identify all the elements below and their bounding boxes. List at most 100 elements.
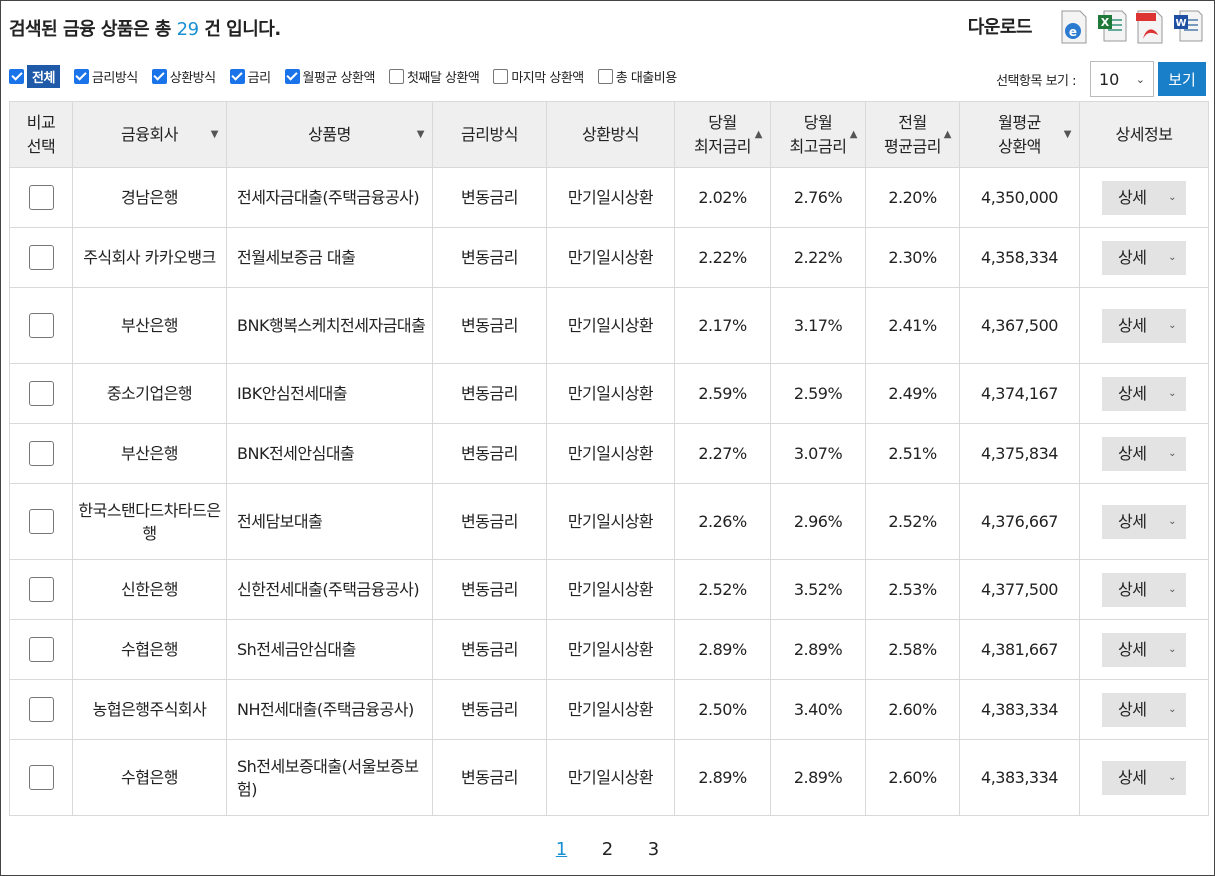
detail-cell: 상세 ⌄	[1079, 739, 1209, 816]
sort-up-icon[interactable]: ▲	[944, 123, 952, 147]
min-rate-cell: 2.59%	[674, 363, 771, 424]
rate-type-cell: 변동금리	[432, 227, 547, 288]
checkbox[interactable]	[493, 68, 509, 84]
detail-cell: 상세 ⌄	[1079, 423, 1209, 484]
detail-cell: 상세 ⌄	[1079, 559, 1209, 620]
filter-first-month[interactable]: 첫째달 상환액	[388, 67, 480, 86]
table-row: 부산은행 BNK행복스케치전세자금대출 변동금리 만기일시상환 2.17% 3.17% 2.…	[9, 287, 1209, 364]
sort-up-icon[interactable]: ▲	[755, 123, 763, 147]
detail-button[interactable]: 상세 ⌄	[1102, 760, 1186, 795]
page-link-3[interactable]: 3	[646, 839, 662, 860]
monthly-cell: 4,376,667	[959, 483, 1080, 560]
repay-type-cell: 만기일시상환	[546, 167, 675, 228]
min-rate-cell: 2.52%	[674, 559, 771, 620]
pdf-icon[interactable]	[1134, 9, 1166, 45]
col-company[interactable]: 금융회사 ▼	[72, 101, 227, 168]
filter-repay-type[interactable]: 상환방식	[151, 67, 216, 86]
table-row: 한국스탠다드차타드은행 전세담보대출 변동금리 만기일시상환 2.26% 2.96% 2.5…	[9, 483, 1209, 560]
filter-rate-type[interactable]: 금리방식	[73, 67, 138, 86]
view-label: 선택항목 보기 :	[996, 73, 1076, 89]
compare-checkbox[interactable]	[28, 245, 54, 270]
detail-label: 상세	[1118, 316, 1147, 335]
monthly-cell: 4,383,334	[959, 739, 1080, 816]
rate-type-cell: 변동금리	[432, 559, 547, 620]
col-label: 금리방식	[461, 124, 518, 144]
filter-monthly-avg[interactable]: 월평균 상환액	[284, 67, 376, 86]
filter-last-payment[interactable]: 마지막 상환액	[493, 67, 584, 86]
result-prefix: 검색된 금융 상품은 총	[9, 19, 171, 40]
product-cell: NH전세대출(주택금융공사)	[226, 679, 433, 740]
compare-checkbox[interactable]	[28, 577, 54, 602]
detail-button[interactable]: 상세 ⌄	[1102, 240, 1186, 275]
avg-rate-cell: 2.52%	[865, 483, 960, 560]
compare-checkbox[interactable]	[28, 381, 54, 406]
checkbox[interactable]	[388, 68, 404, 84]
sort-down-icon[interactable]: ▼	[1064, 123, 1072, 147]
compare-checkbox[interactable]	[28, 313, 54, 338]
col-label: 상세정보	[1115, 124, 1173, 144]
sort-down-icon[interactable]: ▼	[417, 123, 425, 147]
col-monthly[interactable]: 월평균 상환액 ▼	[959, 101, 1080, 168]
compare-checkbox[interactable]	[28, 185, 54, 210]
compare-checkbox[interactable]	[28, 637, 54, 662]
product-cell: 신한전세대출(주택금융공사)	[226, 559, 433, 620]
avg-rate-cell: 2.30%	[865, 227, 960, 288]
filter-label: 전체	[27, 64, 60, 88]
detail-button[interactable]: 상세 ⌄	[1102, 692, 1186, 727]
col-compare: 비교 선택	[9, 101, 73, 168]
checkbox[interactable]	[597, 68, 613, 84]
filter-rate[interactable]: 금리	[229, 67, 271, 86]
pagination: 1 2 3	[1, 839, 1214, 860]
page-size-select[interactable]: 10 ⌄	[1090, 61, 1154, 97]
compare-checkbox[interactable]	[28, 697, 54, 722]
avg-rate-cell: 2.53%	[865, 559, 960, 620]
view-select-area: 선택항목 보기 : 10 ⌄ 보기	[996, 61, 1206, 97]
max-rate-cell: 3.07%	[770, 423, 866, 484]
ie-icon[interactable]: e	[1058, 9, 1090, 45]
checkbox[interactable]	[284, 68, 300, 84]
detail-button[interactable]: 상세 ⌄	[1102, 180, 1186, 215]
chevron-down-icon: ⌄	[1168, 516, 1176, 527]
word-icon[interactable]: W	[1172, 9, 1204, 45]
page-link-1[interactable]: 1	[554, 839, 570, 860]
detail-label: 상세	[1118, 444, 1147, 463]
detail-button[interactable]: 상세 ⌄	[1102, 376, 1186, 411]
company-cell: 중소기업은행	[72, 363, 227, 424]
detail-button[interactable]: 상세 ⌄	[1102, 572, 1186, 607]
detail-button[interactable]: 상세 ⌄	[1102, 632, 1186, 667]
col-min-rate[interactable]: 당월 최저금리 ▲	[674, 101, 771, 168]
sort-up-icon[interactable]: ▲	[850, 123, 858, 147]
product-cell: IBK안심전세대출	[226, 363, 433, 424]
avg-rate-cell: 2.58%	[865, 619, 960, 680]
col-product[interactable]: 상품명 ▼	[226, 101, 433, 168]
max-rate-cell: 2.76%	[770, 167, 866, 228]
excel-icon[interactable]: X	[1096, 9, 1128, 45]
checkbox[interactable]	[229, 68, 245, 84]
repay-type-cell: 만기일시상환	[546, 227, 675, 288]
checkbox[interactable]	[9, 68, 24, 84]
compare-checkbox[interactable]	[28, 509, 54, 534]
min-rate-cell: 2.27%	[674, 423, 771, 484]
detail-button[interactable]: 상세 ⌄	[1102, 436, 1186, 471]
filter-total-cost[interactable]: 총 대출비용	[597, 67, 677, 86]
page-link-2[interactable]: 2	[600, 839, 616, 860]
compare-checkbox[interactable]	[28, 765, 54, 790]
checkbox[interactable]	[151, 68, 167, 84]
col-label: 당월	[708, 112, 737, 132]
col-avg-rate[interactable]: 전월 평균금리 ▲	[865, 101, 960, 168]
sort-down-icon[interactable]: ▼	[211, 123, 219, 147]
checkbox[interactable]	[73, 68, 89, 84]
col-max-rate[interactable]: 당월 최고금리 ▲	[770, 101, 866, 168]
rate-type-cell: 변동금리	[432, 423, 547, 484]
compare-cell	[9, 483, 73, 560]
repay-type-cell: 만기일시상환	[546, 739, 675, 816]
filter-all[interactable]: 전체	[9, 64, 60, 88]
view-button[interactable]: 보기	[1158, 62, 1206, 96]
compare-checkbox[interactable]	[28, 441, 54, 466]
detail-button[interactable]: 상세 ⌄	[1102, 308, 1186, 343]
detail-button[interactable]: 상세 ⌄	[1102, 504, 1186, 539]
filter-label: 월평균 상환액	[302, 70, 376, 86]
filter-label: 금리방식	[91, 70, 138, 86]
compare-cell	[9, 739, 73, 816]
max-rate-cell: 3.40%	[770, 679, 866, 740]
